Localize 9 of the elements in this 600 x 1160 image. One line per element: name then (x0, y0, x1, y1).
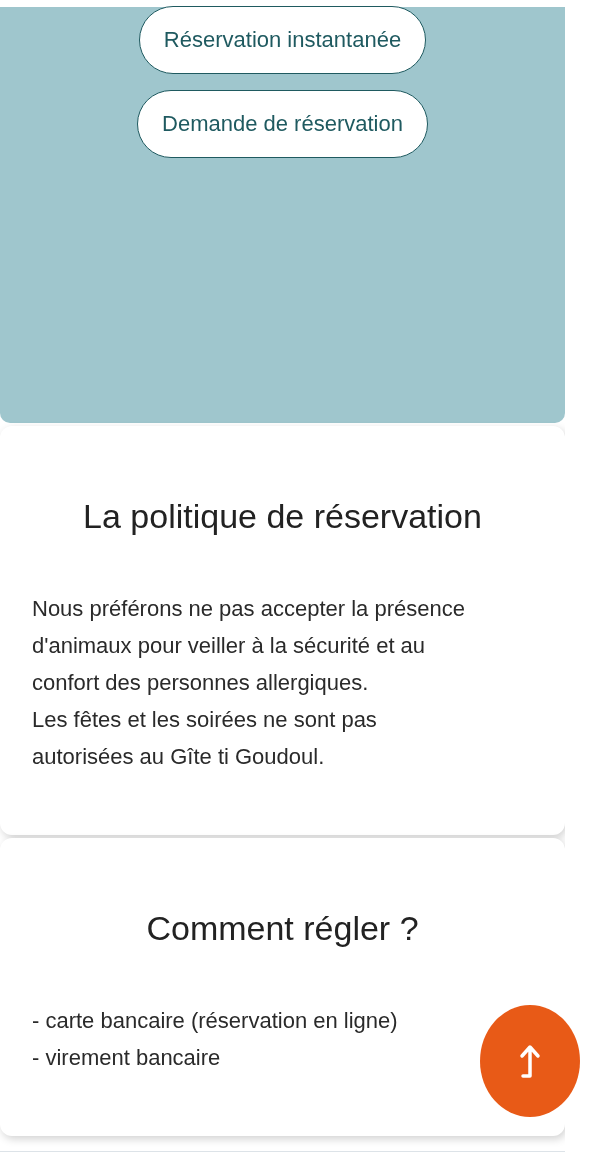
section-title: Comment régler ? (145, 908, 420, 950)
section-text: Les fêtes et les soirées ne sont pas autorisées au Gîte ti Goudoul. (32, 706, 378, 772)
arrow-up-icon (519, 1042, 541, 1080)
section-text: Nous préférons ne pas accepter la présence d'animaux pour veiller à la sécurité et au confort des personnes allergiques. (32, 595, 466, 698)
section-text: - virement bancaire (32, 1044, 222, 1073)
booking-button[interactable]: Demande de réservation (137, 90, 428, 158)
booking-button[interactable]: Réservation instantanée (138, 6, 427, 74)
section-text: - carte bancaire (réservation en ligne) (32, 1007, 399, 1036)
section-title: La politique de réservation (82, 496, 483, 537)
